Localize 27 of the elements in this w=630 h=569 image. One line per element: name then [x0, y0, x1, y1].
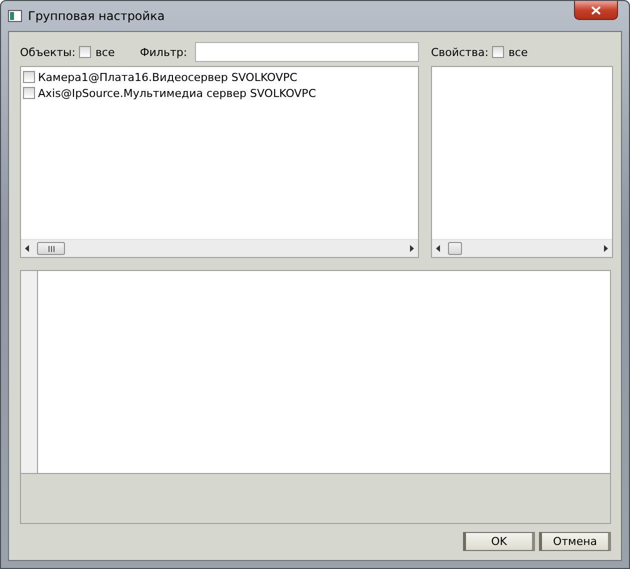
checkbox[interactable] [79, 46, 92, 58]
checkbox[interactable] [23, 87, 35, 99]
checkbox[interactable] [23, 71, 35, 83]
list-item[interactable]: Камера1@Плата16.Видеосервер SVOLKOVPC [38, 70, 298, 84]
horizontal-scrollbar[interactable] [432, 239, 612, 257]
filter-field[interactable] [195, 42, 419, 62]
close-icon[interactable] [591, 6, 601, 14]
all-label: все [95, 46, 115, 58]
grip-icon [48, 246, 54, 252]
left-arrow-icon[interactable] [436, 245, 440, 252]
properties-label: Свойства: [431, 46, 488, 58]
app-icon [8, 10, 22, 22]
right-arrow-icon[interactable] [410, 245, 414, 252]
filter-label: Фильтр: [140, 46, 188, 58]
window-title: Групповая настройка [28, 9, 165, 23]
right-arrow-icon[interactable] [604, 245, 608, 252]
all-label: все [508, 46, 528, 58]
horizontal-scrollbar[interactable] [21, 239, 418, 257]
scroll-thumb[interactable] [448, 242, 462, 255]
close-button[interactable] [574, 1, 618, 20]
checkbox[interactable] [492, 46, 504, 58]
ok-button[interactable]: OK [463, 532, 535, 551]
left-arrow-icon[interactable] [25, 245, 29, 252]
objects-label: Объекты: [20, 46, 76, 58]
scroll-thumb[interactable] [37, 242, 65, 255]
list-item[interactable]: Axis@IpSource.Мультимедиа сервер SVOLKOVPC [38, 86, 316, 100]
cancel-button[interactable]: Отмена [539, 532, 611, 551]
